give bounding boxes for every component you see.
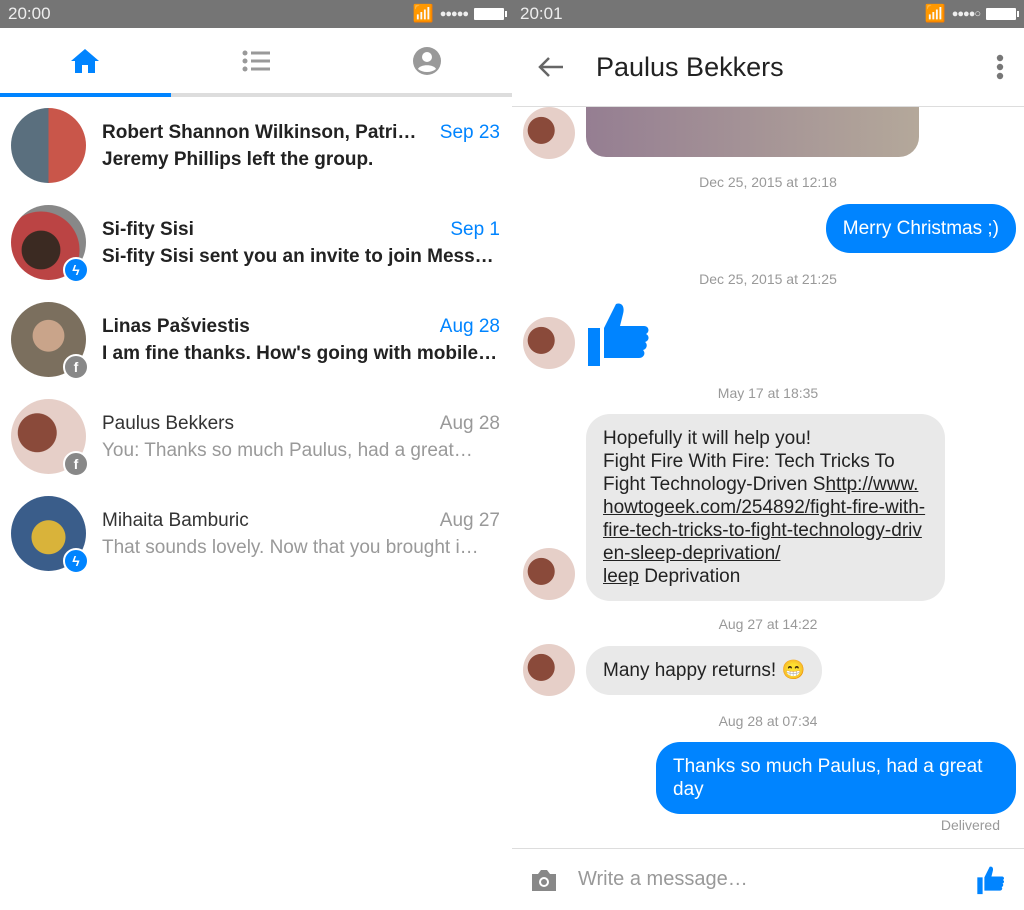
chat-title: Paulus Bekkers	[596, 51, 784, 82]
conversation-name: Linas Pašviestis	[102, 315, 250, 337]
conversation-date: Aug 28	[439, 315, 500, 337]
message-link[interactable]: leep	[603, 566, 639, 587]
avatar: f	[11, 399, 89, 477]
wifi-icon: 📶	[924, 4, 946, 23]
conversation-date: Aug 28	[439, 412, 500, 434]
status-time: 20:01	[520, 4, 563, 23]
composer	[512, 848, 1024, 910]
conversation-date: Sep 23	[439, 121, 500, 143]
conversation-preview: Si-fity Sisi sent you an invite to join …	[102, 245, 494, 267]
conversation-list: Robert Shannon Wilkinson, Patrick… Sep 23…	[0, 97, 512, 582]
message-text: Deprivation	[638, 566, 741, 587]
contact-avatar	[523, 548, 575, 600]
tab-home[interactable]	[0, 28, 171, 93]
avatar	[11, 108, 86, 183]
timestamp: Dec 25, 2015 at 21:25	[699, 271, 837, 287]
camera-icon[interactable]	[530, 868, 558, 892]
home-icon	[71, 48, 100, 73]
facebook-badge-icon: f	[63, 451, 89, 477]
conversation-row[interactable]: ϟ Mihaita Bamburic Aug 27 That sounds lov…	[0, 485, 512, 582]
timestamp: May 17 at 18:35	[717, 385, 819, 401]
battery-icon	[986, 8, 1019, 20]
messenger-badge-icon: ϟ	[63, 257, 89, 283]
message-bubble-outgoing: Merry Christmas ;)	[825, 204, 1016, 253]
messenger-badge-icon: ϟ	[63, 548, 89, 574]
profile-icon	[412, 46, 441, 75]
conversation-preview: You: Thanks so much Paulus, had a great…	[102, 439, 473, 461]
status-bar: 20:01 📶 ●●●●○	[512, 0, 1024, 28]
delivered-status: Delivered	[940, 817, 1000, 833]
conversation-name: Paulus Bekkers	[102, 412, 235, 434]
signal-icon: ●●●●○	[951, 8, 981, 20]
chat-screen: 20:01 📶 ●●●●○ Paulus Bekkers Dec 25, 2015…	[512, 0, 1024, 910]
tab-profile[interactable]	[341, 28, 512, 93]
facebook-badge-icon: f	[63, 354, 89, 380]
message-text: Hopefully it will help you!	[603, 428, 812, 449]
conversation-row[interactable]: Robert Shannon Wilkinson, Patrick… Sep 23…	[0, 97, 512, 194]
avatar: f	[11, 302, 89, 380]
tab-bar	[0, 28, 512, 97]
avatar: ϟ	[11, 496, 89, 574]
conversation-preview: That sounds lovely. Now that you brought…	[102, 536, 479, 558]
conversation-name: Mihaita Bamburic	[102, 509, 249, 531]
timestamp: Aug 28 at 07:34	[718, 713, 818, 729]
conversation-preview: Jeremy Phillips left the group.	[102, 148, 374, 170]
avatar: ϟ	[11, 205, 89, 283]
thumbs-up-sticker-icon	[588, 303, 649, 366]
message-bubble-outgoing: Thanks so much Paulus, had a great day	[656, 742, 1016, 814]
signal-icon: ●●●●●	[439, 8, 469, 20]
conversation-date: Aug 27	[439, 509, 500, 531]
like-button-icon[interactable]	[976, 865, 1006, 895]
status-time: 20:00	[8, 4, 51, 23]
more-options-icon[interactable]	[996, 54, 1004, 80]
conversation-name: Si-fity Sisi	[102, 218, 194, 240]
back-arrow-icon[interactable]	[538, 56, 564, 78]
message-bubble-incoming: Hopefully it will help you! Fight Fire W…	[586, 414, 945, 601]
conversation-name: Robert Shannon Wilkinson, Patrick…	[102, 121, 426, 143]
chat-header: Paulus Bekkers	[512, 28, 1024, 107]
timestamp: Aug 27 at 14:22	[718, 616, 818, 632]
contact-avatar	[523, 107, 575, 159]
conversation-row[interactable]: ϟ Si-fity Sisi Sep 1 Si-fity Sisi sent yo…	[0, 194, 512, 291]
battery-icon	[474, 8, 507, 20]
conversation-list-screen: 20:00 📶 ●●●●● Robert Shannon Wilkinson, P…	[0, 0, 512, 910]
conversation-row[interactable]: f Linas Pašviestis Aug 28 I am fine thank…	[0, 291, 512, 388]
conversation-preview: I am fine thanks. How's going with mobil…	[102, 342, 498, 364]
message-bubble-incoming: Many happy returns! 😁	[586, 646, 823, 695]
timestamp: Dec 25, 2015 at 12:18	[699, 174, 837, 190]
contact-avatar	[523, 317, 575, 369]
conversation-date: Sep 1	[450, 218, 500, 240]
message-input[interactable]	[578, 868, 976, 891]
tab-list[interactable]	[171, 28, 342, 93]
contact-avatar	[523, 644, 575, 696]
conversation-row[interactable]: f Paulus Bekkers Aug 28 You: Thanks so mu…	[0, 388, 512, 485]
image-message[interactable]	[586, 107, 919, 157]
wifi-icon: 📶	[412, 4, 434, 23]
status-bar: 20:00 📶 ●●●●●	[0, 0, 512, 28]
list-icon	[242, 50, 270, 71]
